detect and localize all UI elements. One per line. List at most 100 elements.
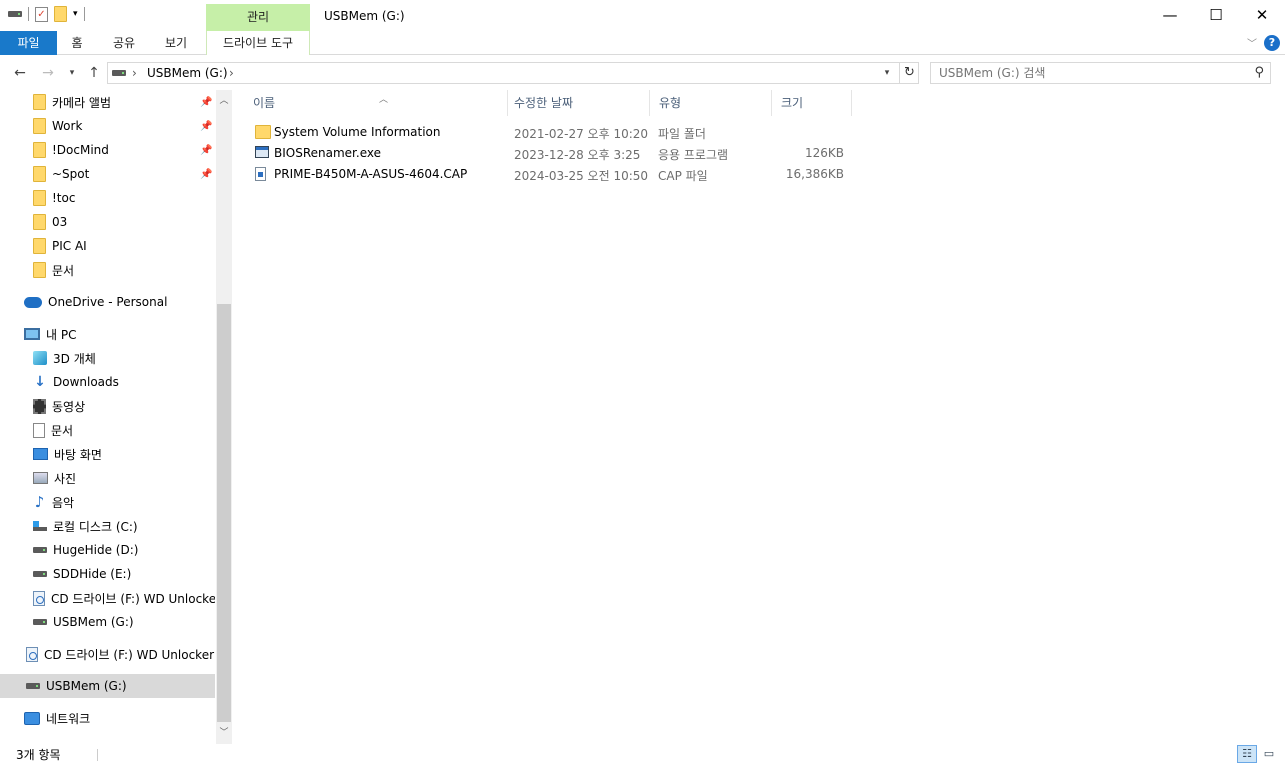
nav-item-label: 문서 xyxy=(52,263,75,278)
nav-item-sddhide-e[interactable]: SDDHide (E:) xyxy=(0,562,215,586)
tab-file[interactable]: 파일 xyxy=(0,31,57,55)
nav-item-3d-objects[interactable]: 3D 개체 xyxy=(0,346,215,370)
drive-icon xyxy=(8,11,22,17)
file-list: 이름 ︿ 수정한 날짜 유형 크기 System Volume Informat… xyxy=(238,90,1285,744)
nav-item-documents-quick[interactable]: 문서 xyxy=(0,258,215,282)
column-header-size[interactable]: 크기 xyxy=(772,90,852,116)
nav-item-label: 사진 xyxy=(54,471,77,486)
scrollbar-thumb[interactable] xyxy=(217,304,231,722)
tab-home[interactable]: 홈 xyxy=(61,31,93,55)
tab-share[interactable]: 공유 xyxy=(106,31,142,55)
refresh-button[interactable]: ↻ xyxy=(899,62,919,84)
pin-icon: 📌 xyxy=(200,97,213,108)
help-icon[interactable]: ? xyxy=(1264,35,1280,51)
pin-icon: 📌 xyxy=(200,121,213,132)
nav-item-label: 03 xyxy=(52,215,68,229)
up-button[interactable]: ↑ xyxy=(84,63,104,83)
folder-icon xyxy=(33,238,46,254)
nav-item-hugehide-d[interactable]: HugeHide (D:) xyxy=(0,538,215,562)
nav-item-label: HugeHide (D:) xyxy=(53,543,139,557)
nav-item-this-pc[interactable]: 내 PC xyxy=(0,322,215,346)
column-header-name[interactable]: 이름 ︿ xyxy=(244,90,508,116)
nav-item-videos[interactable]: 동영상 xyxy=(0,394,215,418)
download-icon: ↓ xyxy=(34,374,46,390)
navigation-pane: 카메라 앨범 📌 Work 📌 !DocMind 📌 ~Spot 📌 !toc … xyxy=(0,90,232,744)
nav-item-label: 3D 개체 xyxy=(53,351,96,366)
pin-icon: 📌 xyxy=(200,169,213,180)
nav-item-network[interactable]: 네트워크 xyxy=(0,706,215,730)
file-row[interactable]: System Volume Information 2021-02-27 오후 … xyxy=(250,122,850,143)
computer-icon xyxy=(24,328,40,340)
document-icon xyxy=(33,422,45,438)
nav-item-cd-drive-f[interactable]: CD 드라이브 (F:) WD Unlocker xyxy=(0,586,215,610)
file-date: 2024-03-25 오전 10:50 xyxy=(514,169,649,183)
nav-item-toc[interactable]: !toc xyxy=(0,186,215,210)
nav-item-desktop[interactable]: 바탕 화면 xyxy=(0,442,215,466)
breadcrumb-usbmem[interactable]: USBMem (G:) xyxy=(147,66,228,80)
column-header-date[interactable]: 수정한 날짜 xyxy=(505,90,650,116)
window-title: USBMem (G:) xyxy=(324,9,405,23)
maximize-button[interactable]: ☐ xyxy=(1193,0,1239,30)
nav-item-pictures[interactable]: 사진 xyxy=(0,466,215,490)
scroll-down-icon[interactable]: ﹀ xyxy=(216,726,232,740)
file-row[interactable]: BIOSRenamer.exe 2023-12-28 오후 3:25 응용 프로… xyxy=(250,143,850,164)
nav-item-usbmem-g[interactable]: USBMem (G:) xyxy=(0,610,215,634)
nav-item-work[interactable]: Work xyxy=(0,114,215,138)
nav-item-label: Downloads xyxy=(53,375,119,389)
nav-item-local-disk-c[interactable]: 로컬 디스크 (C:) xyxy=(0,514,215,538)
cd-drive-icon xyxy=(26,646,38,662)
nav-item-onedrive[interactable]: OneDrive - Personal xyxy=(0,290,215,314)
column-header-type[interactable]: 유형 xyxy=(650,90,772,116)
minimize-button[interactable]: — xyxy=(1147,0,1193,30)
folder-icon xyxy=(33,214,46,230)
large-icons-view-icon[interactable]: ▭ xyxy=(1259,745,1279,763)
new-folder-icon[interactable] xyxy=(54,6,67,22)
music-icon: ♪ xyxy=(34,492,45,511)
divider xyxy=(83,7,85,21)
properties-icon[interactable]: ✓ xyxy=(35,6,48,22)
pin-icon: 📌 xyxy=(200,145,213,156)
title-bar: ✓ ▾ 관리 USBMem (G:) — ☐ ✕ xyxy=(0,0,1285,31)
tab-view[interactable]: 보기 xyxy=(156,31,196,55)
breadcrumb-separator[interactable]: › xyxy=(229,66,234,80)
nav-item-pic-ai[interactable]: PIC AI xyxy=(0,234,215,258)
details-view-icon[interactable]: ☷ xyxy=(1237,745,1257,763)
scroll-up-icon[interactable]: ︿ xyxy=(216,94,232,108)
nav-item-usbmem-root[interactable]: USBMem (G:) xyxy=(0,674,215,698)
nav-item-music[interactable]: ♪ 음악 xyxy=(0,490,215,514)
address-history-chevron-icon[interactable]: ▾ xyxy=(877,62,897,84)
system-drive-icon xyxy=(33,521,47,531)
nav-item-documents[interactable]: 문서 xyxy=(0,418,215,442)
file-name: BIOSRenamer.exe xyxy=(274,146,381,160)
back-button[interactable]: ← xyxy=(10,63,30,83)
nav-item-camera-album[interactable]: 카메라 앨범 xyxy=(0,90,215,114)
nav-item-docmind[interactable]: !DocMind xyxy=(0,138,215,162)
nav-item-label: 문서 xyxy=(51,423,74,438)
drive-icon xyxy=(26,683,40,689)
drive-icon xyxy=(33,571,47,577)
file-date: 2021-02-27 오후 10:20 xyxy=(514,127,649,141)
close-button[interactable]: ✕ xyxy=(1239,0,1285,30)
search-icon[interactable]: ⚲ xyxy=(1254,65,1264,80)
expand-ribbon-icon[interactable]: ﹀ xyxy=(1247,35,1257,50)
search-box[interactable]: ⚲ xyxy=(930,62,1271,84)
folder-icon xyxy=(33,190,46,206)
folder-icon xyxy=(33,142,46,158)
file-row[interactable]: PRIME-B450M-A-ASUS-4604.CAP 2024-03-25 오… xyxy=(250,164,850,185)
customize-toolbar-icon[interactable]: ▾ xyxy=(73,9,78,19)
search-input[interactable] xyxy=(931,63,1231,83)
nav-item-cd-drive-root[interactable]: CD 드라이브 (F:) WD Unlocker xyxy=(0,642,215,666)
address-bar[interactable]: › USBMem (G:) › xyxy=(107,62,919,84)
nav-item-downloads[interactable]: ↓ Downloads xyxy=(0,370,215,394)
tab-drive-tools[interactable]: 드라이브 도구 xyxy=(206,31,310,55)
drive-icon xyxy=(112,70,126,76)
column-header-label: 수정한 날짜 xyxy=(514,96,574,110)
nav-item-label: CD 드라이브 (F:) WD Unlocker xyxy=(51,591,215,606)
recent-locations-button[interactable]: ▾ xyxy=(62,63,82,83)
breadcrumb-separator[interactable]: › xyxy=(132,66,137,80)
nav-item-label: ~Spot xyxy=(52,167,90,181)
nav-item-03[interactable]: 03 xyxy=(0,210,215,234)
nav-scrollbar[interactable]: ︿ ﹀ xyxy=(216,90,232,744)
nav-item-spot[interactable]: ~Spot xyxy=(0,162,215,186)
forward-button[interactable]: → xyxy=(38,63,58,83)
